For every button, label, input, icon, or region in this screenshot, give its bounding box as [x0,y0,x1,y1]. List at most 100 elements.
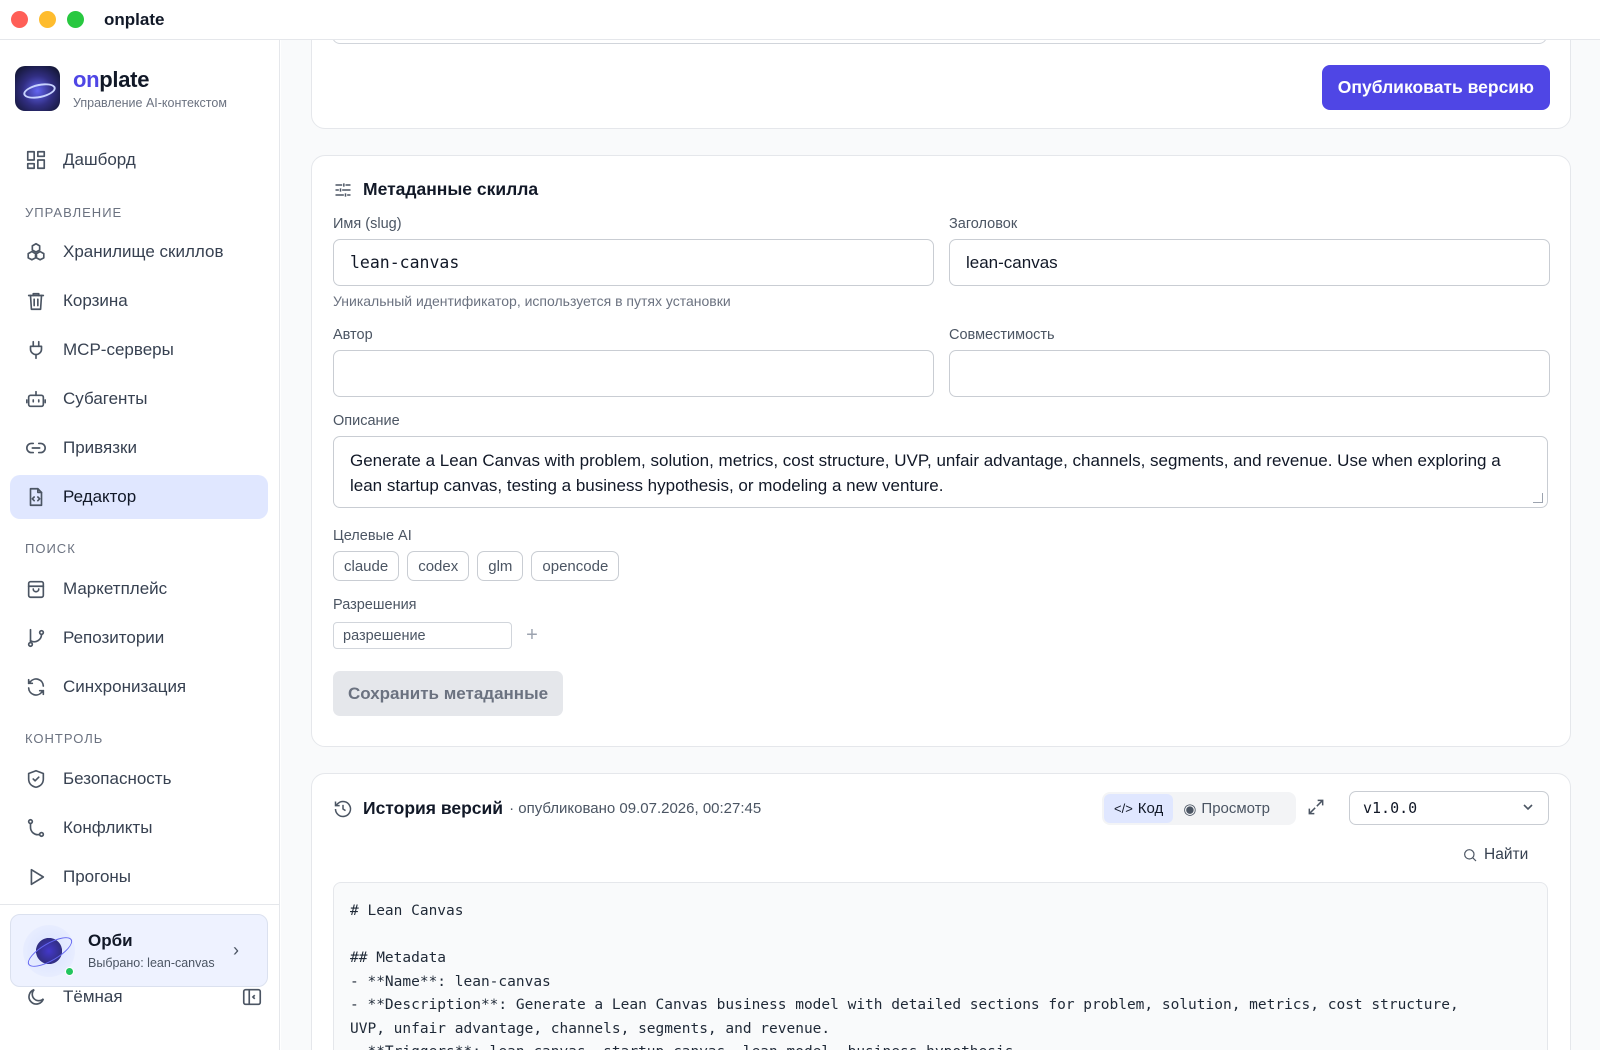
theme-toggle-row: Тёмная [25,986,263,1008]
main-content: Опубликовать версию Метаданные скилла Им… [281,40,1600,1050]
brand-subtitle: Управление AI-контекстом [73,96,227,110]
brand-name: onplate [73,67,150,92]
sidebar-item-label: Маркетплейс [63,579,168,598]
sidebar-item-label: MCP-серверы [63,340,174,359]
permissions-label: Разрешения [333,597,417,613]
sidebar-item-label: Корзина [63,291,128,310]
sidebar-item-mcp[interactable]: MCP-серверы [10,328,268,372]
sidebar-item-label: Синхронизация [63,677,187,696]
chevron-right-icon: › [233,940,239,960]
tab-preview[interactable]: ◉ Просмотр [1173,794,1280,823]
target-chip[interactable]: claude [333,551,400,581]
compat-label: Совместимость [949,327,1055,343]
minimize-window-button[interactable] [39,11,56,28]
expand-button[interactable] [1306,797,1328,819]
tab-code[interactable]: </> Код [1104,794,1174,823]
permission-input[interactable]: разрешение [333,622,512,649]
target-chip[interactable]: codex [407,551,470,581]
sidebar-item-marketplace[interactable]: Маркетплейс [10,567,268,611]
publish-card: Опубликовать версию [311,40,1571,129]
sidebar-item-editor[interactable]: Редактор [10,475,268,519]
author-input[interactable] [333,350,934,397]
history-icon [334,800,352,817]
metadata-title: Метаданные скилла [333,179,538,200]
search-icon [1464,849,1477,862]
sidebar-item-security[interactable]: Безопасность [10,757,268,801]
sidebar-item-label: Безопасность [63,769,172,788]
title-input[interactable]: lean-canvas [949,239,1550,286]
eye-icon: ◉ [1183,800,1197,818]
git-branch-icon [25,627,47,649]
find-button[interactable]: Найти [1462,846,1528,864]
history-header: История версий · опубликовано 09.07.2026… [333,798,761,819]
sidebar-item-label: Конфликты [63,818,153,837]
add-permission-button[interactable]: + [522,622,542,649]
shield-check-icon [25,768,47,790]
published-timestamp: · опубликовано 09.07.2026, 00:27:45 [509,800,762,817]
orbi-avatar [23,924,75,977]
slug-hint: Уникальный идентификатор, используется в… [333,293,731,309]
shopping-bag-icon [25,578,47,600]
sidebar-item-label: Редактор [63,487,137,506]
author-label: Автор [333,327,373,343]
sidebar-divider [0,904,280,905]
editor-area-bottom[interactable] [332,40,1547,44]
link-icon [25,437,47,459]
sidebar: onplate Управление AI-контекстом Дашборд… [0,40,280,1050]
resize-handle[interactable] [1533,493,1543,503]
maximize-window-button[interactable] [67,11,84,28]
moon-icon[interactable] [25,986,47,1008]
sidebar-item-runs[interactable]: Прогоны [10,855,268,899]
sidebar-item-label: Хранилище скиллов [63,242,224,261]
sidebar-item-label: Репозитории [63,628,165,647]
brand: onplate Управление AI-контекстом [15,66,227,111]
window-title: onplate [104,9,165,29]
sidebar-item-label: Субагенты [63,389,148,408]
refresh-icon [25,676,47,698]
save-metadata-button[interactable]: Сохранить метаданные [333,671,563,716]
slug-input[interactable]: lean-canvas [333,239,934,286]
expand-icon [1308,799,1324,815]
orbi-name: Орби [88,931,133,950]
code-viewer[interactable]: # Lean Canvas ## Metadata - **Name**: le… [333,882,1548,1050]
sidebar-item-bindings[interactable]: Привязки [10,426,268,470]
theme-toggle-label[interactable]: Тёмная [63,987,241,1007]
code-icon: </> [1114,801,1133,816]
targets-label: Целевые AI [333,528,412,544]
sidebar-item-sync[interactable]: Синхронизация [10,665,268,709]
trash-icon [25,290,47,312]
history-title: История версий [363,798,504,818]
close-window-button[interactable] [11,11,28,28]
description-label: Описание [333,413,400,429]
plug-icon [25,339,47,361]
target-chip[interactable]: glm [477,551,524,581]
slug-label: Имя (slug) [333,216,402,232]
nav-section-manage: Управление [25,205,123,220]
collapse-sidebar-icon[interactable] [241,986,263,1008]
title-bar: onplate [0,0,1600,40]
sidebar-item-conflicts[interactable]: Конфликты [10,806,268,850]
version-select[interactable]: v1.0.0 [1349,791,1549,825]
title-label: Заголовок [949,216,1018,232]
sidebar-item-repos[interactable]: Репозитории [10,616,268,660]
nav-section-control: Контроль [25,731,104,746]
play-icon [25,866,47,888]
app-logo [15,66,60,111]
sidebar-item-trash[interactable]: Корзина [10,279,268,323]
boxes-icon [25,241,47,263]
file-code-icon [25,486,47,508]
bot-icon [25,388,47,410]
sidebar-item-dashboard[interactable]: Дашборд [10,138,268,182]
description-textarea[interactable]: Generate a Lean Canvas with problem, sol… [333,436,1548,508]
sidebar-item-subagents[interactable]: Субагенты [10,377,268,421]
publish-version-button[interactable]: Опубликовать версию [1321,65,1550,110]
git-merge-icon [25,817,47,839]
orbi-assistant-card[interactable]: Орби Выбрано: lean-canvas › [10,914,268,987]
view-mode-toggle: </> Код ◉ Просмотр [1102,792,1296,825]
skill-metadata-card: Метаданные скилла Имя (slug) lean-canvas… [311,155,1571,747]
sidebar-item-skills[interactable]: Хранилище скиллов [10,230,268,274]
compat-input[interactable] [949,350,1550,397]
sliders-icon [335,182,351,197]
dashboard-icon [25,149,47,171]
target-chip[interactable]: opencode [531,551,620,581]
